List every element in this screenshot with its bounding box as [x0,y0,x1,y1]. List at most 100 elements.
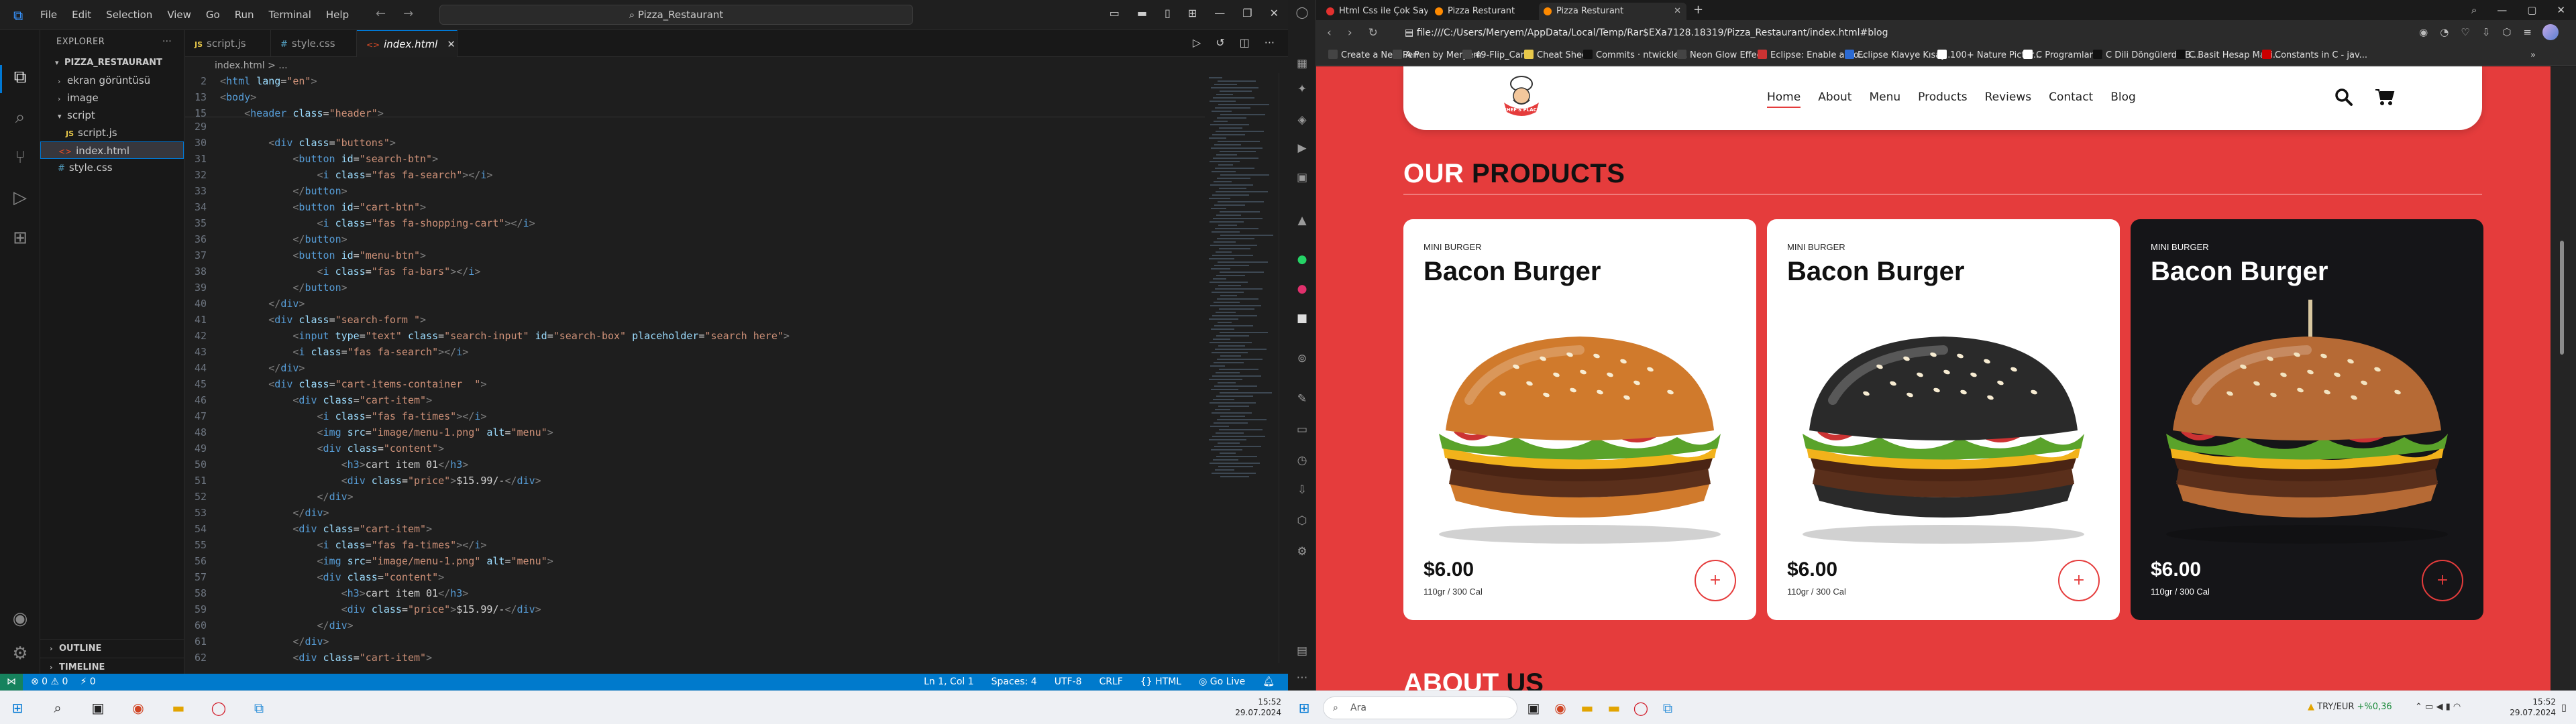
vscode-taskbar-icon[interactable]: ⧉ [248,697,270,719]
problems-indicator[interactable]: ⊗ 0 ⚠ 0 [31,674,68,690]
code-line[interactable]: 53 </div> [185,505,1205,521]
flow-icon[interactable]: ▶ [1295,141,1309,156]
code-line[interactable]: 31 <button id="search-btn"> [185,151,1205,167]
nav-contact[interactable]: Contact [2049,90,2093,108]
account-icon[interactable]: ◉ [8,607,32,631]
code-line[interactable]: 32 <i class="fas fa-search"></i> [185,167,1205,183]
product-card[interactable]: MINI BURGER Bacon Burger $6.00 110gr / 300 … [1767,219,2120,620]
tab-style-css[interactable]: # style.css [271,30,357,57]
instagram-icon[interactable]: ● [1295,282,1309,296]
windows-start-icon[interactable]: ⊞ [7,697,28,719]
remote-icon[interactable]: ⋈ [0,674,23,690]
nav-products[interactable]: Products [1918,90,1967,108]
customize-layout-icon[interactable]: ⊞ [1188,7,1197,19]
reload-icon[interactable]: ↻ [1368,26,1378,40]
toggle-sidebar-icon[interactable]: ▭ [1110,7,1120,19]
notifications-bell-icon[interactable]: 🔔︎ [1263,674,1275,690]
minimap[interactable] [1205,73,1279,663]
code-line[interactable]: 58 <h3>cart item 01</h3> [185,585,1205,601]
shopping-cart-icon[interactable] [2375,88,2395,107]
close-icon[interactable]: ✕ [1270,7,1279,19]
forward-icon[interactable]: › [1348,26,1352,40]
project-root[interactable]: ▾ PIZZA_RESTAURANT [40,54,184,72]
clock-right[interactable]: 15:52 29.07.2024 [2482,697,2556,718]
search-tabs-icon[interactable]: ⌕ [2471,4,2477,16]
line-ending[interactable]: CRLF [1099,674,1123,690]
run-icon[interactable]: ▷ [1193,36,1201,49]
split-editor-icon[interactable]: ◫ [1240,36,1250,49]
code-line[interactable]: 45 <div class="cart-items-container "> [185,376,1205,392]
more-bookmarks-icon[interactable]: » [2530,46,2536,66]
minimize-icon[interactable]: — [1214,7,1225,19]
code-line[interactable]: 35 <i class="fas fa-shopping-cart"></i> [185,215,1205,231]
menu-run[interactable]: Run [235,9,254,21]
menu-view[interactable]: View [167,9,191,21]
bookmark-item[interactable]: C Programlama [2023,46,2103,66]
restore-icon[interactable]: ❐ [1242,7,1252,19]
add-to-cart-button[interactable]: + [2422,560,2463,601]
product-card[interactable]: MINI BURGER Bacon Burger $6.00 110gr / 300 … [2131,219,2483,620]
menu-go[interactable]: Go [206,9,220,21]
powerpoint-icon[interactable]: ◉ [127,697,149,719]
clock-left[interactable]: 15:52 29.07.2024 [1194,697,1281,718]
command-center-search[interactable]: ⌕ Pizza_Restaurant [439,5,913,25]
code-line[interactable]: 56 <img src="image/menu-1.png" alt="menu… [185,553,1205,569]
whatsapp-icon[interactable]: ● [1295,252,1309,267]
file-explorer-icon[interactable]: ▬ [168,697,189,719]
breadcrumb[interactable]: index.html > ... [215,58,288,73]
heart-icon[interactable]: ♡ [2461,26,2469,38]
back-icon[interactable]: ‹ [1327,26,1332,40]
product-card[interactable]: MINI BURGER Bacon Burger $6.00 110gr / 300 … [1403,219,1756,620]
history-icon[interactable]: ◷ [1295,453,1309,468]
code-line[interactable]: 39 </button> [185,280,1205,296]
bookmark-item[interactable]: Cheat Sheet [1524,46,1591,66]
code-line[interactable]: 37 <button id="menu-btn"> [185,247,1205,263]
browser-tab[interactable]: Pizza Resturant [1430,3,1536,20]
code-line[interactable]: 60 </div> [185,617,1205,634]
toggle-panel-icon[interactable]: ▬ [1137,7,1147,19]
code-line[interactable]: 43 <i class="fas fa-search"></i> [185,344,1205,360]
code-editor[interactable]: 29 30 <div class="buttons"> 31 <button id=… [185,119,1205,668]
player-icon[interactable]: ⊚ [1295,351,1309,366]
extensions-icon[interactable]: ⊞ [8,226,32,250]
currency-widget[interactable]: ▲ TRY/EUR +%0,36 [2308,702,2392,712]
speed-icon[interactable]: ◔ [2440,26,2449,38]
camera-icon[interactable]: ◉ [2419,26,2428,38]
address-bar[interactable]: ▤ file:///C:/Users/Meryem/AppData/Local/… [1394,23,2279,42]
settings-gear-icon[interactable]: ⚙ [1295,544,1309,559]
chef-logo-icon[interactable]: CHEF'S PLACE [1495,70,1548,124]
tree-item[interactable]: JS script.js [40,124,184,141]
menu-terminal[interactable]: Terminal [269,9,311,21]
source-control-icon[interactable]: ⑂ [8,145,32,170]
code-line[interactable]: 41 <div class="search-form "> [185,312,1205,328]
menu-edit[interactable]: Edit [72,9,91,21]
file-explorer-icon[interactable]: ▬ [1576,697,1598,719]
scrollbar-thumb[interactable] [2560,241,2564,355]
system-tray[interactable]: ⌃ ▭ ◀ ▮ ◠ [2415,702,2461,712]
code-line[interactable]: 49 <div class="content"> [185,440,1205,457]
windows-start-icon[interactable]: ⊞ [1293,697,1315,719]
profile-avatar[interactable] [2542,24,2559,40]
code-line[interactable]: 13 <body> [185,89,1205,105]
opera-logo-icon[interactable]: ◯ [1295,5,1309,20]
nav-menu[interactable]: Menu [1869,90,1900,108]
go-live-button[interactable]: ◎ Go Live [1199,674,1245,690]
tree-item[interactable]: › ekran görüntüsü [40,72,184,89]
task-view-icon[interactable]: ▣ [87,697,109,719]
nav-about[interactable]: About [1818,90,1851,108]
code-line[interactable]: 29 [185,119,1205,135]
extensions-icon[interactable]: ⬡ [1295,514,1309,528]
extensions-cube-icon[interactable]: ⬡ [2502,26,2511,38]
tab-script-js[interactable]: JS script.js [185,30,271,57]
menu-selection[interactable]: Selection [106,9,152,21]
add-to-cart-button[interactable]: + [2058,560,2100,601]
notifications-icon[interactable]: ▯ [2553,697,2575,719]
code-line[interactable]: 46 <div class="cart-item"> [185,392,1205,408]
code-line[interactable]: 57 <div class="content"> [185,569,1205,585]
timeline-history-icon[interactable]: ↺ [1216,36,1224,49]
bookmark-item[interactable]: Constants in C - jav... [2262,46,2367,66]
code-line[interactable]: 42 <input type="text" class="search-inpu… [185,328,1205,344]
run-debug-icon[interactable]: ▷ [8,186,32,210]
code-line[interactable]: 44 </div> [185,360,1205,376]
bookmark-item[interactable]: Commits · ntwickle... [1583,46,1688,66]
